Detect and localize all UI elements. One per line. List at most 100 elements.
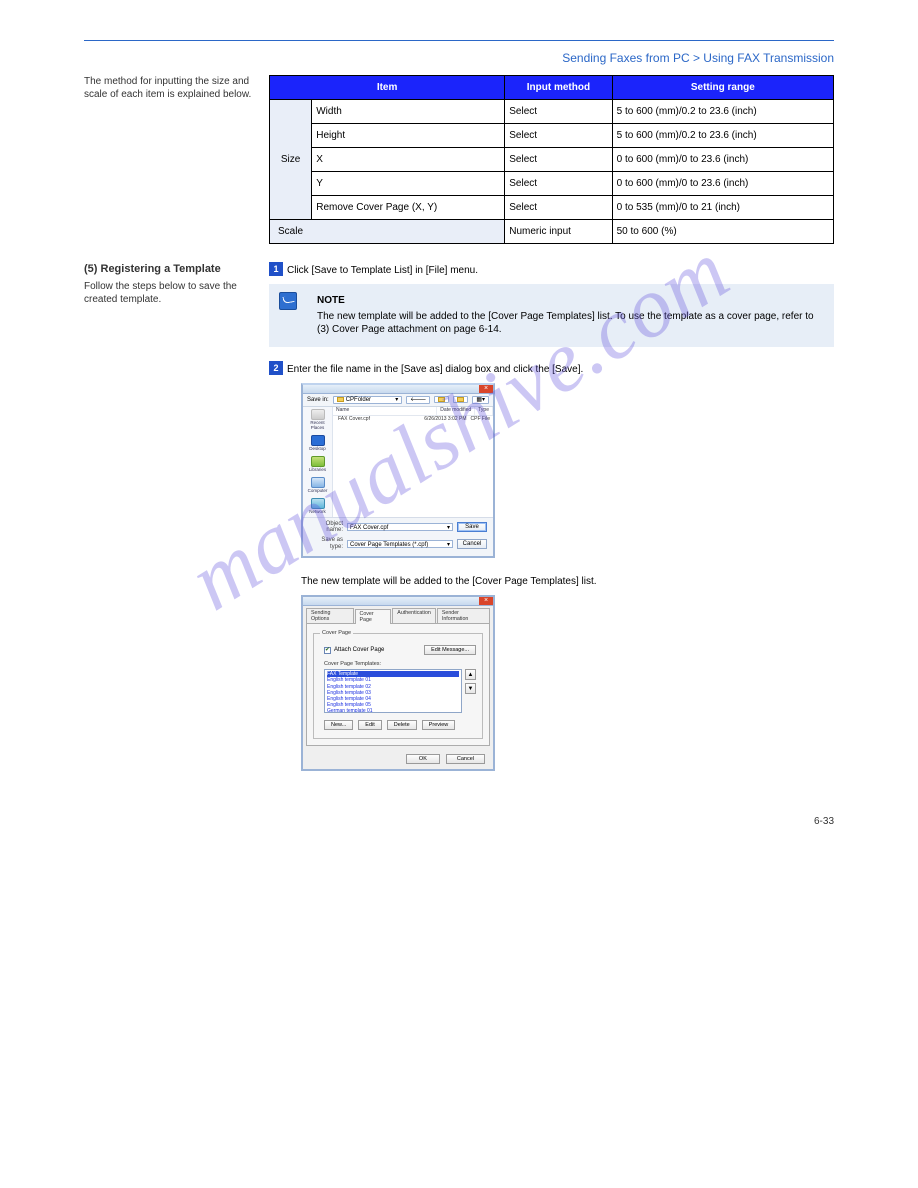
th-item: Item	[270, 76, 505, 100]
templates-listbox[interactable]: FAX Template English template 01 English…	[324, 669, 462, 713]
network-icon	[311, 498, 325, 509]
fieldset-legend: Cover Page	[320, 630, 353, 636]
savetype-label: Save as type:	[309, 537, 343, 550]
place-desktop[interactable]: Desktop	[307, 435, 329, 452]
savetype-field[interactable]: Cover Page Templates (*.cpf)▾	[347, 540, 453, 548]
new-button[interactable]: New...	[324, 720, 353, 730]
table-row: Y Select 0 to 600 (mm)/0 to 23.6 (inch)	[270, 172, 834, 196]
place-recent[interactable]: Recent Places	[307, 409, 329, 431]
table-row: Remove Cover Page (X, Y) Select 0 to 535…	[270, 196, 834, 220]
file-row[interactable]: FAX Cover.cpf6/26/2013 3:02 PMCPF File	[333, 416, 493, 424]
coverpage-dialog-screenshot: × Sending Options Cover Page Authenticat…	[301, 595, 834, 771]
table-row: Size Width Select 5 to 600 (mm)/0.2 to 2…	[270, 100, 834, 124]
page-number: 6-33	[814, 816, 834, 827]
back-button[interactable]: 🡐	[406, 396, 430, 405]
th-range: Setting range	[612, 76, 833, 100]
edit-button[interactable]: Edit	[358, 720, 381, 730]
page-title: Sending Faxes from PC > Using FAX Transm…	[84, 51, 834, 65]
cell-range: 0 to 600 (mm)/0 to 23.6 (inch)	[612, 172, 833, 196]
chevron-down-icon[interactable]: ▾	[447, 541, 450, 549]
folder-icon	[337, 397, 344, 402]
cell-method: Select	[505, 148, 612, 172]
table-row: Scale Numeric input 50 to 600 (%)	[270, 220, 834, 244]
step-1: 1 Click [Save to Template List] in [File]…	[269, 262, 834, 276]
cancel-button[interactable]: Cancel	[446, 754, 485, 764]
th-method: Input method	[505, 76, 612, 100]
file-list[interactable]: NameDate modifiedType FAX Cover.cpf6/26/…	[333, 407, 493, 517]
note-text: The new template will be added to the [C…	[317, 311, 814, 336]
dialog-titlebar: ×	[303, 385, 493, 394]
tab-sender-information[interactable]: Sender Information	[437, 608, 490, 623]
savein-combo[interactable]: CPFolder▾	[333, 396, 403, 405]
cell-range: 0 to 600 (mm)/0 to 23.6 (inch)	[612, 148, 833, 172]
filename-field[interactable]: FAX Cover.cpf▾	[347, 523, 453, 531]
attach-coverpage-checkbox[interactable]: ✔	[324, 647, 331, 654]
subsection-heading: (5) Registering a Template	[84, 262, 254, 276]
preview-button[interactable]: Preview	[422, 720, 456, 730]
list-item[interactable]: German template 01	[327, 708, 459, 713]
note-icon	[279, 292, 297, 310]
cell-range: 0 to 535 (mm)/0 to 21 (inch)	[612, 196, 833, 220]
place-libraries[interactable]: Libraries	[307, 456, 329, 473]
cell-range: 50 to 600 (%)	[612, 220, 833, 244]
recent-icon	[311, 409, 325, 420]
step-number-icon: 1	[269, 262, 283, 276]
filename-label: Object name:	[309, 521, 343, 534]
save-button[interactable]: Save	[457, 522, 487, 532]
move-down-button[interactable]: ▼	[465, 683, 476, 694]
coverpage-fieldset: Cover Page ✔ Attach Cover Page Edit Mess…	[313, 630, 483, 739]
cell-method: Select	[505, 124, 612, 148]
dialog-titlebar: ×	[303, 597, 493, 606]
step-2-caption: The new template will be added to the [C…	[301, 576, 834, 587]
tab-authentication[interactable]: Authentication	[392, 608, 436, 623]
chevron-down-icon: ▾	[395, 397, 398, 404]
table-row: X Select 0 to 600 (mm)/0 to 23.6 (inch)	[270, 148, 834, 172]
views-button[interactable]: ▦▾	[472, 396, 489, 405]
settings-table: Item Input method Setting range Size Wid…	[269, 75, 834, 244]
computer-icon	[311, 477, 325, 488]
ok-button[interactable]: OK	[406, 754, 440, 764]
cell-method: Select	[505, 172, 612, 196]
cell-section-size: Size	[270, 100, 312, 220]
attach-coverpage-label: Attach Cover Page	[334, 647, 384, 653]
cancel-button[interactable]: Cancel	[457, 539, 487, 549]
cell-item: Width	[312, 100, 505, 124]
folder-icon	[457, 397, 464, 402]
cell-method: Select	[505, 100, 612, 124]
place-computer[interactable]: Computer	[307, 477, 329, 494]
save-dialog-screenshot: × Save in: CPFolder▾ 🡐 ▦▾ Recent Places …	[301, 383, 834, 559]
newfolder-button[interactable]	[453, 396, 468, 403]
move-up-button[interactable]: ▲	[465, 669, 476, 680]
col-type[interactable]: Type	[475, 407, 493, 415]
edit-message-button[interactable]: Edit Message...	[424, 645, 476, 655]
place-network[interactable]: Network	[307, 498, 329, 515]
cell-item: Remove Cover Page (X, Y)	[312, 196, 505, 220]
col-date[interactable]: Date modified	[437, 407, 475, 415]
cell-item: Height	[312, 124, 505, 148]
table-row: Height Select 5 to 600 (mm)/0.2 to 23.6 …	[270, 124, 834, 148]
templates-label: Cover Page Templates:	[324, 661, 476, 667]
note-label: NOTE	[317, 294, 824, 308]
subsection-para: Follow the steps below to save the creat…	[84, 280, 254, 306]
tab-sending-options[interactable]: Sending Options	[306, 608, 354, 623]
step-1-text: Click [Save to Template List] in [File] …	[287, 265, 478, 276]
col-name[interactable]: Name	[333, 407, 437, 415]
step-2-text: Enter the file name in the [Save as] dia…	[287, 364, 583, 375]
up-button[interactable]	[434, 396, 449, 403]
libraries-icon	[311, 456, 325, 467]
cell-range: 5 to 600 (mm)/0.2 to 23.6 (inch)	[612, 100, 833, 124]
tab-cover-page[interactable]: Cover Page	[355, 609, 392, 624]
cell-item: Y	[312, 172, 505, 196]
cell-method: Select	[505, 196, 612, 220]
chevron-down-icon[interactable]: ▾	[447, 524, 450, 532]
table-header-row: Item Input method Setting range	[270, 76, 834, 100]
cell-section-scale: Scale	[270, 220, 505, 244]
cell-range: 5 to 600 (mm)/0.2 to 23.6 (inch)	[612, 124, 833, 148]
delete-button[interactable]: Delete	[387, 720, 417, 730]
close-icon[interactable]: ×	[479, 385, 493, 393]
note-box: NOTE The new template will be added to t…	[269, 284, 834, 347]
close-icon[interactable]: ×	[479, 597, 493, 605]
header-rule	[84, 40, 834, 41]
savein-label: Save in:	[307, 397, 329, 404]
folder-icon	[438, 397, 445, 402]
